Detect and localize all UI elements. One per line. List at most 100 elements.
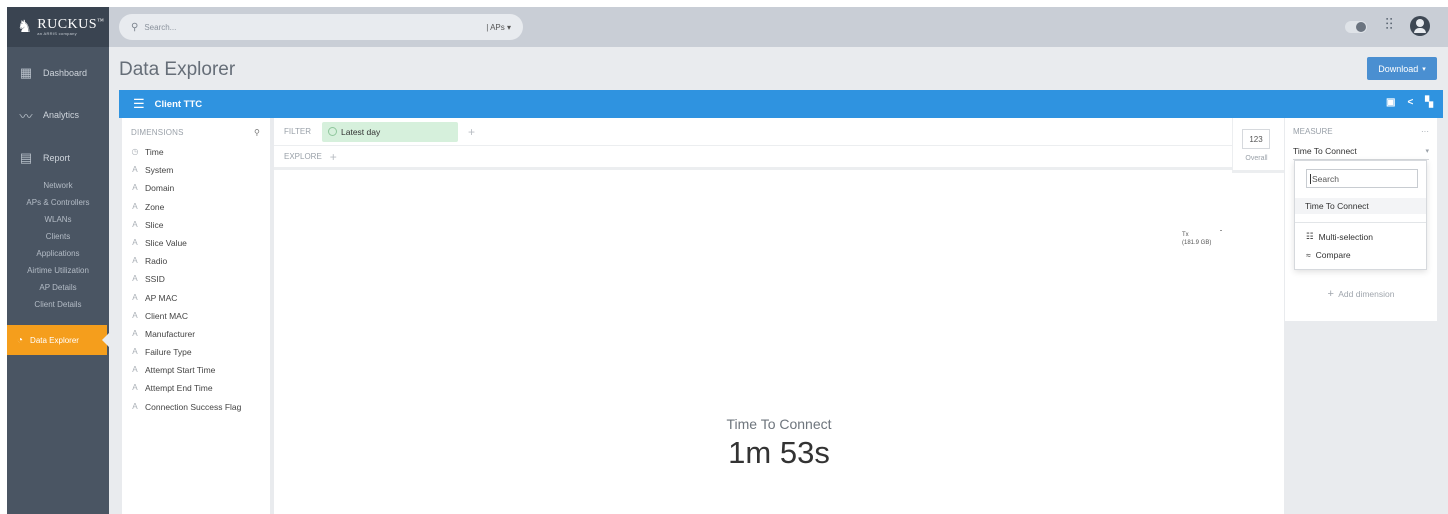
toggle-switch[interactable]: [1345, 21, 1367, 33]
dimension-item[interactable]: Ａ Radio: [131, 252, 270, 270]
measure-selected: Time To Connect: [1293, 145, 1357, 156]
main-content: Data Explorer Download ▾ ☰ Client TTC ▣ …: [109, 47, 1448, 514]
brand-name: RUCKUS™ an ARRIS company: [37, 17, 105, 36]
dimensions-header: DIMENSIONS ⚲: [131, 128, 270, 137]
dimension-label: Slice: [145, 219, 164, 230]
sidebar-item-wlans[interactable]: WLANs: [7, 211, 109, 228]
sidebar-item-aps-controllers[interactable]: APs & Controllers: [7, 194, 109, 211]
metric-value: 1m 53s: [728, 435, 830, 470]
string-dimension-icon: Ａ: [131, 347, 139, 357]
report-submenu: Network APs & Controllers WLANs Clients …: [7, 177, 109, 313]
nav-analytics-label: Analytics: [43, 110, 80, 120]
sidebar-item-clients[interactable]: Clients: [7, 228, 109, 245]
clock-icon: [328, 127, 337, 136]
dimension-label: Attempt Start Time: [145, 365, 216, 376]
filter-pill[interactable]: Latest day: [322, 121, 458, 142]
measure-title: MEASURE: [1293, 127, 1333, 136]
search-input[interactable]: ⚲ Search... | APs ▾: [119, 14, 523, 40]
add-filter-button[interactable]: +: [468, 125, 475, 139]
dimension-label: Failure Type: [145, 347, 192, 358]
dimension-item[interactable]: Ａ Manufacturer: [131, 325, 270, 343]
nav-report[interactable]: ▤ Report: [7, 150, 109, 166]
legend-value: (181.9 GB): [1182, 240, 1212, 246]
dropdown-option[interactable]: Time To Connect: [1295, 198, 1426, 214]
string-dimension-icon: Ａ: [131, 365, 139, 375]
hamburger-icon[interactable]: ☰: [133, 96, 145, 112]
add-dimension-button[interactable]: + Add dimension: [1285, 288, 1437, 300]
sidebar-item-network[interactable]: Network: [7, 177, 109, 194]
measure-dropdown: Search Time To Connect ☷ Multi-selection…: [1294, 160, 1427, 270]
add-explore-button[interactable]: +: [330, 150, 337, 164]
string-dimension-icon: Ａ: [131, 165, 139, 175]
nav-dashboard[interactable]: ▦ Dashboard: [7, 65, 109, 81]
dimension-label: Time: [145, 147, 164, 157]
overall-toggle[interactable]: 123 Overall: [1232, 118, 1284, 173]
dimension-item[interactable]: Ａ Attempt Start Time: [131, 361, 270, 379]
dimension-item[interactable]: Ａ Zone: [131, 198, 270, 216]
plus-icon: +: [1327, 288, 1334, 300]
sliders-icon[interactable]: ⫶⫶: [1385, 17, 1393, 35]
top-bar: ⚲ Search... | APs ▾ ⫶⫶: [109, 7, 1448, 47]
string-dimension-icon: Ａ: [131, 383, 139, 393]
sidebar-item-applications[interactable]: Applications: [7, 245, 109, 262]
dimension-item[interactable]: Ａ Failure Type: [131, 343, 270, 361]
dimension-label: Connection Success Flag: [145, 401, 242, 412]
nav-analytics[interactable]: 〰 Analytics: [7, 107, 109, 124]
dimension-label: SSID: [145, 274, 165, 285]
dimension-label: Domain: [145, 183, 175, 194]
dimension-item[interactable]: Ａ System: [131, 161, 270, 179]
search-scope-dropdown[interactable]: | APs ▾: [486, 23, 511, 32]
dimensions-list: ◷ Time Ａ System Ａ Domain Ａ Zone Ａ Slice Ａ Slice Val…: [131, 143, 270, 416]
nav-dashboard-label: Dashboard: [43, 68, 88, 78]
sidebar-item-ap-details[interactable]: AP Details: [7, 279, 109, 296]
logo[interactable]: ♞ RUCKUS™ an ARRIS company: [7, 7, 109, 47]
dimension-item[interactable]: ◷ Time: [131, 143, 270, 161]
sidebar-item-airtime-utilization[interactable]: Airtime Utilization: [7, 262, 109, 279]
dimensions-panel: DIMENSIONS ⚲ ◷ Time Ａ System Ａ Domain Ａ Zone Ａ Sl…: [122, 118, 270, 514]
nav-data-explorer[interactable]: ◔ Data Explorer: [7, 325, 109, 355]
overall-number-icon: 123: [1242, 129, 1270, 149]
share-icon[interactable]: <: [1407, 97, 1413, 108]
report-icon: ▤: [19, 150, 33, 165]
add-dimension-label: Add dimension: [1338, 289, 1395, 299]
dimension-item[interactable]: Ａ AP MAC: [131, 289, 270, 307]
dimension-item[interactable]: Ａ Slice Value: [131, 234, 270, 252]
compare-label: Compare: [1315, 250, 1351, 260]
save-icon[interactable]: ▣: [1386, 97, 1395, 108]
search-icon: ⚲: [131, 21, 139, 33]
dimension-item[interactable]: Ａ Client MAC: [131, 307, 270, 325]
dimension-label: Client MAC: [145, 310, 188, 321]
search-icon[interactable]: ⚲: [254, 128, 260, 137]
fullscreen-icon[interactable]: ▚: [1425, 97, 1433, 108]
dropdown-divider: [1295, 222, 1426, 223]
dimension-item[interactable]: Ａ Attempt End Time: [131, 379, 270, 397]
filter-pill-label: Latest day: [341, 126, 381, 137]
ruckus-dog-icon: ♞: [17, 17, 33, 36]
sidebar: ♞ RUCKUS™ an ARRIS company ▦ Dashboard 〰…: [7, 7, 109, 514]
dimension-label: Zone: [145, 201, 165, 212]
multi-selection-button[interactable]: ☷ Multi-selection: [1306, 231, 1373, 242]
dimension-item[interactable]: Ａ Domain: [131, 179, 270, 197]
dimension-item[interactable]: Ａ Slice: [131, 216, 270, 234]
download-label: Download: [1378, 63, 1419, 74]
measure-select[interactable]: Time To Connect ▾: [1293, 142, 1429, 160]
explore-row: EXPLORE +: [274, 146, 1232, 170]
nav-data-explorer-label: Data Explorer: [30, 335, 79, 345]
filter-row: FILTER Latest day +: [274, 118, 1232, 146]
dimension-label: System: [145, 165, 174, 176]
sidebar-item-client-details[interactable]: Client Details: [7, 296, 109, 313]
string-dimension-icon: Ａ: [131, 274, 139, 284]
dimension-label: AP MAC: [145, 292, 178, 303]
user-icon[interactable]: [1410, 16, 1430, 36]
clock-icon: ◷: [131, 147, 139, 156]
dropdown-search-input[interactable]: Search: [1306, 169, 1418, 188]
more-icon[interactable]: ···: [1421, 127, 1429, 136]
dimension-item[interactable]: Ａ Connection Success Flag: [131, 398, 270, 416]
filter-label: FILTER: [284, 127, 311, 136]
dimension-item[interactable]: Ａ SSID: [131, 270, 270, 288]
dimensions-title: DIMENSIONS: [131, 128, 184, 137]
compare-button[interactable]: ≈ Compare: [1306, 250, 1351, 260]
download-button[interactable]: Download ▾: [1367, 57, 1437, 80]
analytics-icon: 〰: [19, 108, 33, 124]
dimension-label: Manufacturer: [145, 328, 196, 339]
